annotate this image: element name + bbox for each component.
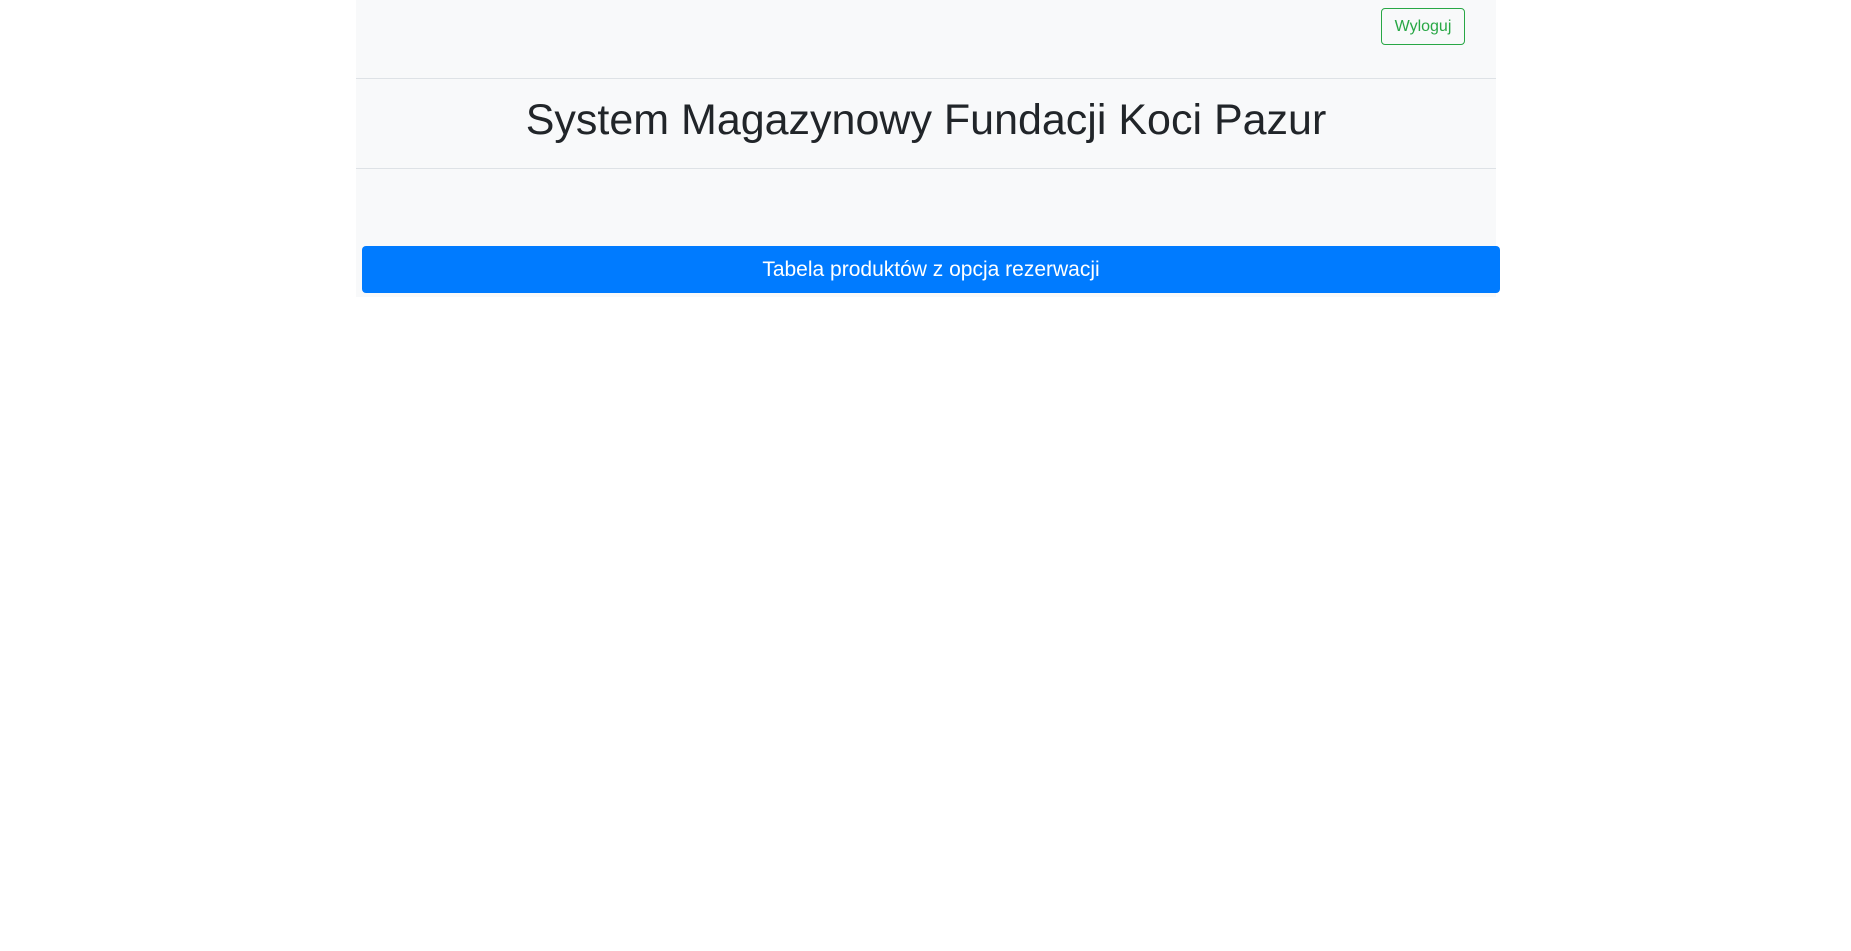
products-table-button[interactable]: Tabela produktów z opcja rezerwacji <box>362 246 1500 293</box>
logout-button[interactable]: Wyloguj <box>1381 8 1465 45</box>
page-container: Wyloguj System Magazynowy Fundacji Koci … <box>356 0 1500 297</box>
divider <box>356 168 1496 169</box>
divider <box>356 78 1496 79</box>
page-title: System Magazynowy Fundacji Koci Pazur <box>525 96 1327 144</box>
